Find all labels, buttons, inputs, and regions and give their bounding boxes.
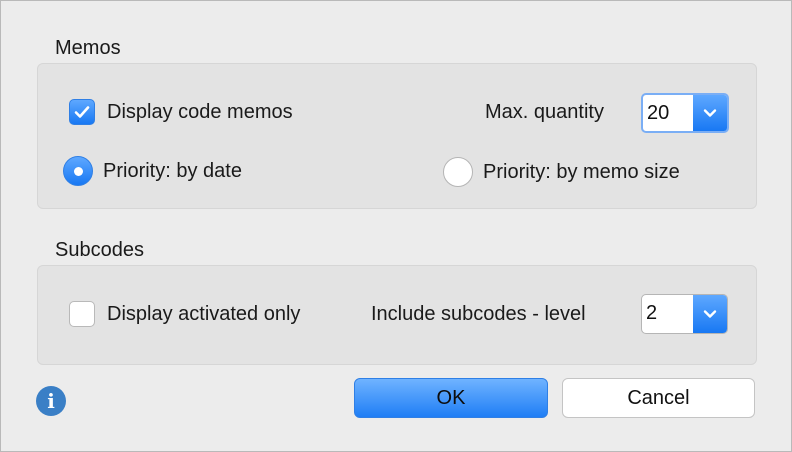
- cancel-button[interactable]: Cancel: [562, 378, 755, 418]
- max-quantity-label: Max. quantity: [485, 101, 604, 123]
- display-code-memos-checkbox[interactable]: [69, 99, 95, 125]
- priority-by-date-radio-row[interactable]: Priority: by date: [63, 156, 242, 186]
- display-code-memos-checkbox-row[interactable]: Display code memos: [69, 99, 293, 125]
- memos-group: [37, 63, 757, 209]
- display-activated-only-label: Display activated only: [107, 302, 301, 325]
- chevron-down-icon[interactable]: [693, 295, 727, 333]
- max-quantity-value: 20: [647, 102, 670, 124]
- priority-by-date-radio[interactable]: [63, 156, 93, 186]
- priority-by-memo-size-radio-row[interactable]: Priority: by memo size: [443, 157, 680, 187]
- include-subcodes-level-value: 2: [646, 302, 658, 324]
- ok-button[interactable]: OK: [354, 378, 548, 418]
- memos-section-title: Memos: [55, 37, 121, 59]
- radio-dot-icon: [73, 166, 83, 176]
- info-icon[interactable]: i: [36, 386, 66, 416]
- subcodes-section-title: Subcodes: [55, 239, 144, 261]
- preferences-dialog: Memos Display code memos Max. quantity 2…: [0, 0, 792, 452]
- checkmark-icon: [74, 106, 90, 118]
- max-quantity-select[interactable]: 20: [641, 93, 729, 133]
- display-code-memos-label: Display code memos: [107, 100, 293, 123]
- display-activated-only-checkbox[interactable]: [69, 301, 95, 327]
- display-activated-only-checkbox-row[interactable]: Display activated only: [69, 301, 300, 327]
- include-subcodes-level-select[interactable]: 2: [641, 294, 728, 334]
- include-subcodes-level-label: Include subcodes - level: [371, 303, 586, 325]
- priority-by-memo-size-label: Priority: by memo size: [483, 160, 680, 183]
- priority-by-memo-size-radio[interactable]: [443, 157, 473, 187]
- chevron-down-icon[interactable]: [693, 95, 727, 131]
- priority-by-date-label: Priority: by date: [103, 159, 242, 182]
